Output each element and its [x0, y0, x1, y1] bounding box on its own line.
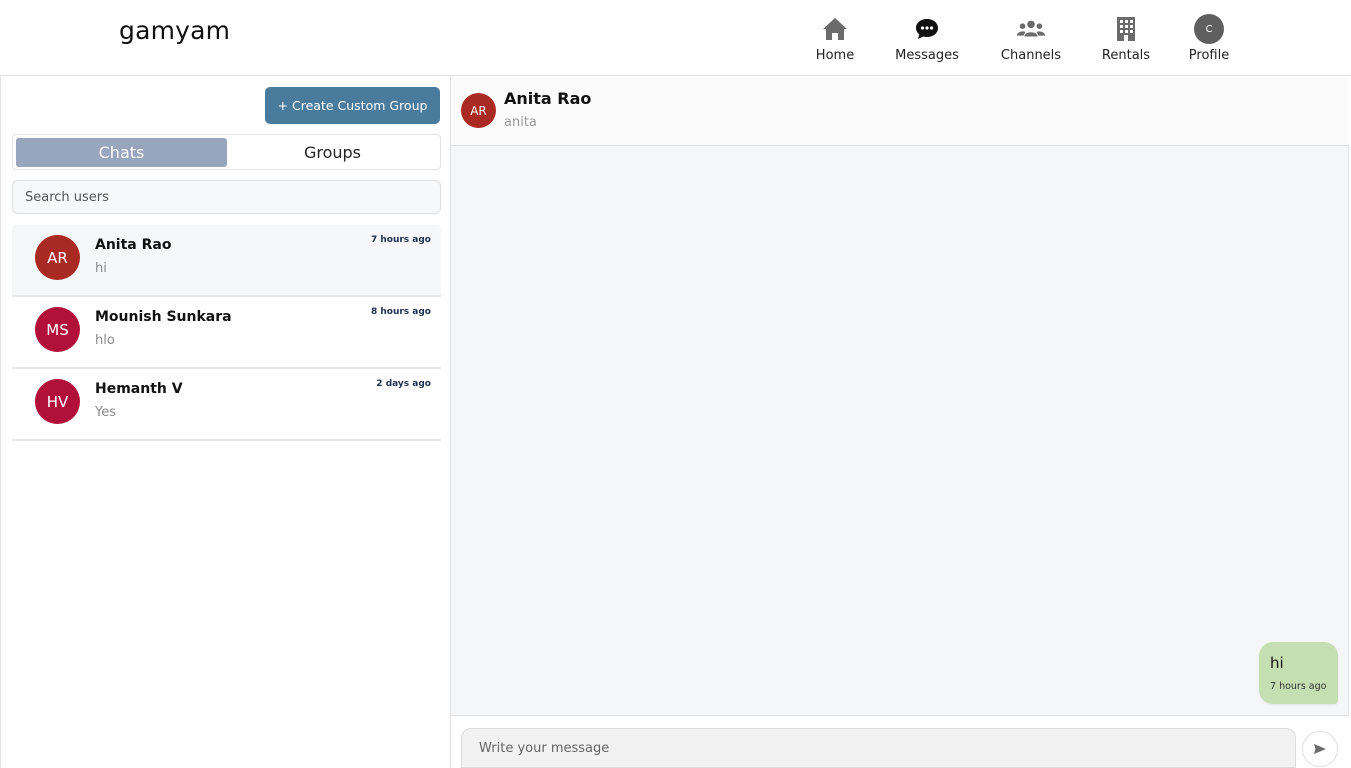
profile-initial: C — [1194, 14, 1224, 44]
chat-sidebar: + Create Custom Group Chats Groups AR An… — [0, 77, 451, 768]
send-button[interactable] — [1302, 731, 1338, 767]
avatar: MS — [35, 307, 80, 352]
chat-name: Anita Rao — [95, 237, 172, 253]
nav-channels[interactable]: Channels — [998, 14, 1064, 70]
chat-tabs: Chats Groups — [12, 134, 441, 170]
avatar: HV — [35, 379, 80, 424]
nav-profile[interactable]: C Profile — [1187, 14, 1231, 70]
message-timestamp: 7 hours ago — [1270, 681, 1327, 692]
send-icon — [1313, 740, 1327, 759]
nav-rentals[interactable]: Rentals — [1100, 14, 1152, 70]
conversation-header: AR Anita Rao anita — [451, 77, 1349, 146]
conversation-contact-name[interactable]: Anita Rao — [504, 89, 591, 108]
chat-bubble-icon — [912, 14, 942, 44]
home-icon — [820, 14, 850, 44]
nav-messages-label: Messages — [895, 48, 959, 63]
chat-list: AR Anita Rao hi 7 hours ago MS Mounish S… — [12, 225, 441, 441]
message-input[interactable] — [461, 728, 1296, 768]
nav-channels-label: Channels — [1000, 48, 1062, 63]
nav-rentals-label: Rentals — [1101, 48, 1151, 63]
chat-list-item[interactable]: HV Hemanth V Yes 2 days ago — [12, 369, 441, 441]
chat-timestamp: 2 days ago — [376, 379, 431, 389]
chat-timestamp: 8 hours ago — [370, 307, 431, 317]
chat-last-message: Yes — [95, 405, 116, 420]
chat-name: Mounish Sunkara — [95, 309, 232, 325]
nav-profile-label: Profile — [1188, 48, 1230, 63]
profile-avatar: C — [1194, 14, 1224, 44]
create-custom-group-button[interactable]: + Create Custom Group — [265, 87, 440, 124]
nav-messages[interactable]: Messages — [893, 14, 961, 70]
chat-list-item[interactable]: MS Mounish Sunkara hlo 8 hours ago — [12, 297, 441, 369]
chat-list-item[interactable]: AR Anita Rao hi 7 hours ago — [12, 225, 441, 297]
nav-home[interactable]: Home — [814, 14, 856, 70]
message-composer — [451, 715, 1349, 768]
avatar: AR — [35, 235, 80, 280]
conversation-panel: AR Anita Rao anita hi 7 hours ago — [451, 77, 1349, 768]
users-group-icon — [1016, 14, 1046, 44]
chat-last-message: hi — [95, 261, 107, 276]
avatar[interactable]: AR — [461, 93, 496, 128]
conversation-contact-username: anita — [504, 115, 537, 130]
building-icon — [1111, 14, 1141, 44]
nav-home-label: Home — [815, 48, 855, 63]
sent-message-bubble: hi 7 hours ago — [1259, 642, 1338, 704]
chat-last-message: hlo — [95, 333, 115, 348]
top-header: gamyam Home Messages Channels Rentals C … — [0, 0, 1351, 76]
tab-chats[interactable]: Chats — [16, 138, 227, 167]
brand-logo[interactable]: gamyam — [119, 16, 230, 45]
chat-name: Hemanth V — [95, 381, 183, 397]
chat-timestamp: 7 hours ago — [370, 235, 431, 245]
tab-groups[interactable]: Groups — [227, 138, 438, 167]
message-text: hi — [1270, 654, 1284, 672]
search-users-input[interactable] — [12, 180, 441, 214]
